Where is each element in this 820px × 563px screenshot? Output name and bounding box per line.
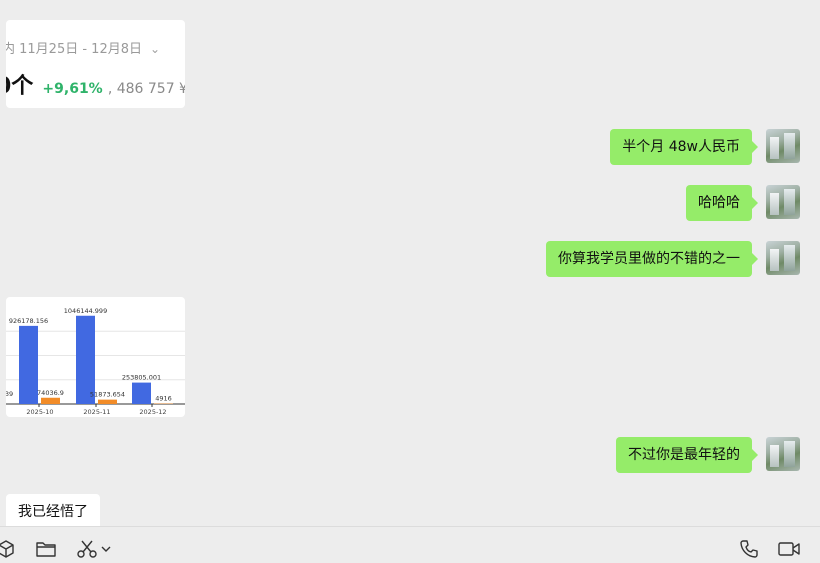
- bar-value-label: 1046144.999: [64, 307, 107, 315]
- date-range-text: 内 11月25日 - 12月8日: [6, 42, 142, 57]
- x-tick-label: 2025-11: [83, 408, 110, 416]
- avatar[interactable]: [766, 437, 800, 471]
- bar-value-label: 51873.654: [90, 391, 125, 399]
- message-row: 你算我学员里做的不错的之一: [546, 241, 800, 277]
- bar-value-label: 74036.9: [37, 389, 64, 397]
- bar-chart: 926178.156 74036.9 2025-10 1046144.999 51873…: [6, 297, 185, 417]
- chart-image[interactable]: 926178.156 74036.9 2025-10 1046144.999 51873…: [6, 297, 185, 417]
- bar: [41, 398, 60, 404]
- stats-pct-change: +9,61%: [42, 81, 102, 97]
- chevron-down-icon: ⌄: [150, 42, 160, 56]
- cube-icon[interactable]: [0, 539, 18, 559]
- message-row: 我已经悟了: [6, 494, 100, 526]
- phone-icon[interactable]: [737, 539, 761, 559]
- bar-value-label: 39: [6, 390, 13, 398]
- x-tick-label: 2025-10: [26, 408, 53, 416]
- message-bubble[interactable]: 哈哈哈: [686, 185, 752, 221]
- stats-big-value: 0个: [6, 74, 33, 99]
- avatar[interactable]: [766, 129, 800, 163]
- message-row: 半个月 48w人民币: [610, 129, 800, 165]
- stats-amount: , 486 757 ¥: [108, 81, 185, 97]
- message-bubble[interactable]: 你算我学员里做的不错的之一: [546, 241, 752, 277]
- message-bubble[interactable]: 我已经悟了: [6, 494, 100, 526]
- stats-image[interactable]: 内 11月25日 - 12月8日 ⌄ 0个 +9,61% , 486 757 ¥: [6, 20, 185, 108]
- scissors-icon[interactable]: [75, 539, 99, 559]
- video-icon[interactable]: [777, 539, 801, 559]
- bar-value-label: 253805.001: [122, 374, 161, 382]
- bar: [98, 400, 117, 404]
- avatar[interactable]: [766, 185, 800, 219]
- bar-value-label: 926178.156: [9, 317, 48, 325]
- stats-date-range: 内 11月25日 - 12月8日 ⌄: [6, 38, 160, 57]
- chat-area: 内 11月25日 - 12月8日⌄ 0个 +9,61% , 486 757 ¥ …: [0, 0, 820, 526]
- stats-row: 0个 +9,61% , 486 757 ¥: [6, 68, 185, 100]
- x-tick-label: 2025-12: [139, 408, 166, 416]
- bar: [19, 326, 38, 404]
- folder-icon[interactable]: [34, 539, 58, 559]
- message-bubble[interactable]: 不过你是最年轻的: [616, 437, 752, 473]
- message-bubble[interactable]: 半个月 48w人民币: [610, 129, 752, 165]
- message-row: 哈哈哈: [686, 185, 800, 221]
- input-toolbar: [0, 526, 820, 563]
- message-row: 不过你是最年轻的: [616, 437, 800, 473]
- bar: [132, 383, 151, 404]
- bar-value-label: 4916: [155, 395, 172, 403]
- avatar[interactable]: [766, 241, 800, 275]
- chevron-down-icon[interactable]: [98, 539, 114, 559]
